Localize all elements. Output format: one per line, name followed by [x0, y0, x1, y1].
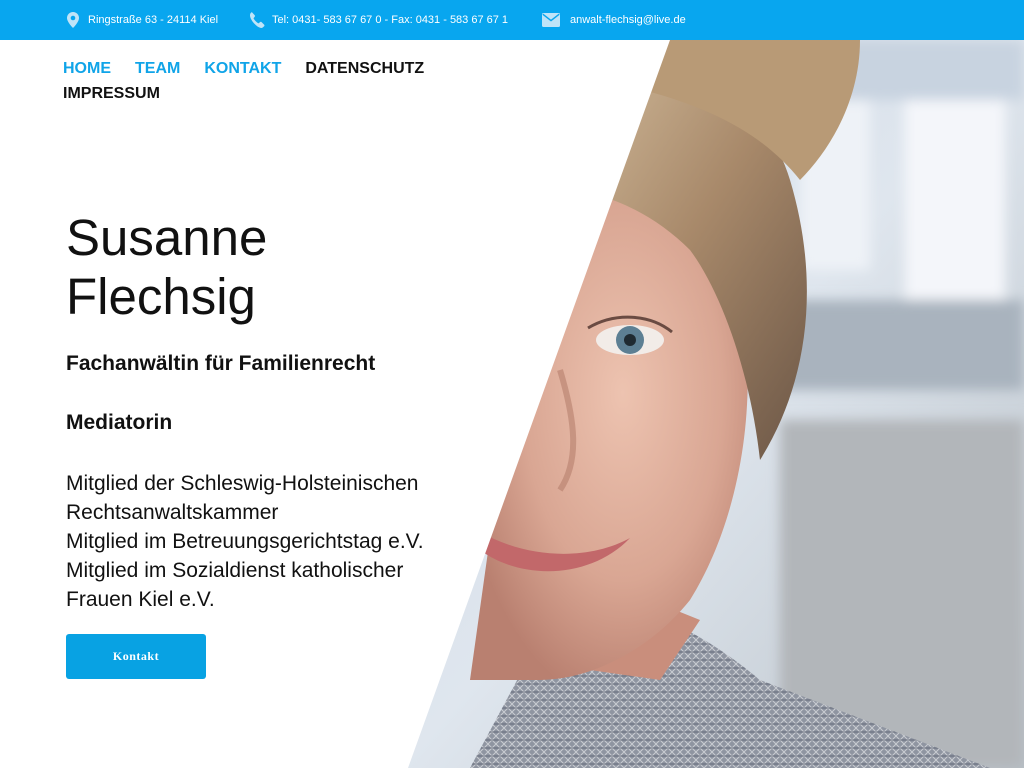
nav-team[interactable]: TEAM	[135, 60, 180, 78]
phone-icon	[248, 11, 266, 29]
mediator-heading: Mediatorin	[66, 411, 173, 434]
phone-info: Tel: 0431- 583 67 67 0 - Fax: 0431 - 583…	[248, 0, 508, 40]
address-text: Ringstraße 63 - 24114 Kiel	[88, 14, 219, 26]
nav-impressum[interactable]: IMPRESSUM	[63, 85, 160, 103]
memberships-list: Mitglied der Schleswig-Holsteinischen Re…	[66, 469, 466, 614]
kontakt-button[interactable]: Kontakt	[66, 634, 206, 679]
specialization-heading: Fachanwältin für Familienrecht	[66, 352, 376, 375]
membership-line: Mitglied im Sozialdienst katholischer	[66, 559, 404, 582]
envelope-icon	[542, 11, 560, 29]
membership-line: Frauen Kiel e.V.	[66, 588, 215, 611]
title-last-name: Flechsig	[66, 268, 256, 325]
nav-kontakt[interactable]: KONTAKT	[204, 60, 281, 78]
membership-line: Mitglied der Schleswig-Holsteinischen	[66, 472, 419, 495]
nav-datenschutz[interactable]: DATENSCHUTZ	[305, 60, 424, 78]
nav-home[interactable]: HOME	[63, 60, 111, 78]
email-link[interactable]: anwalt-flechsig@live.de	[570, 14, 686, 26]
membership-line: Rechtsanwaltskammer	[66, 501, 279, 524]
membership-line: Mitglied im Betreuungsgerichtstag e.V.	[66, 530, 424, 553]
title-first-name: Susanne	[66, 209, 268, 266]
main-navigation: HOME TEAM KONTAKT DATENSCHUTZ IMPRESSUM	[63, 56, 463, 106]
top-info-bar: Ringstraße 63 - 24114 Kiel Tel: 0431- 58…	[0, 0, 1024, 40]
address-info: Ringstraße 63 - 24114 Kiel	[64, 0, 218, 40]
map-pin-icon	[64, 11, 82, 29]
page-title: Susanne Flechsig	[66, 208, 366, 326]
phone-text: Tel: 0431- 583 67 67 0 - Fax: 0431 - 583…	[272, 14, 509, 26]
email-info[interactable]: anwalt-flechsig@live.de	[542, 0, 686, 40]
